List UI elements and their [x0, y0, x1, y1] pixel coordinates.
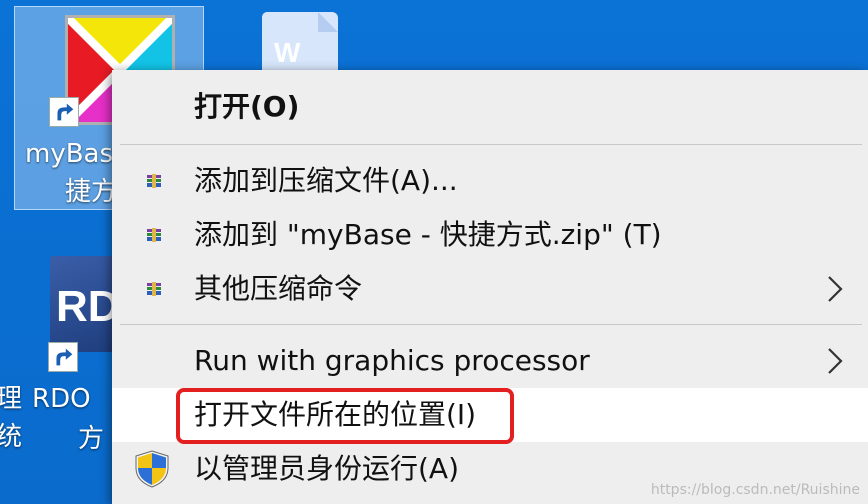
mybase-label-line2: 捷方 — [65, 177, 118, 207]
rdo-logo-text: RD — [56, 282, 120, 331]
menu-item-other-compress[interactable]: 其他压缩命令 — [112, 262, 868, 316]
shortcut-arrow-icon — [48, 342, 78, 372]
menu-item-label: 其他压缩命令 — [194, 272, 363, 305]
menu-separator — [120, 324, 862, 325]
mybase-label-line1: myBas — [25, 139, 114, 169]
partial-icon-label-1: 理 — [0, 384, 23, 414]
winrar-archive-icon — [146, 227, 162, 243]
winrar-archive-icon — [146, 173, 162, 189]
menu-item-label: 打开(O) — [194, 90, 300, 123]
watermark: https://blog.csdn.net/Ruishine — [650, 482, 860, 498]
menu-item-run-with-gpu[interactable]: Run with graphics processor — [112, 334, 868, 388]
menu-item-label: 以管理员身份运行(A) — [194, 452, 460, 485]
menu-item-add-to-zip[interactable]: 添加到 "myBase - 快捷方式.zip" (T) — [112, 208, 868, 262]
menu-separator — [120, 144, 862, 145]
menu-item-add-to-archive[interactable]: 添加到压缩文件(A)... — [112, 154, 868, 208]
svg-text:W: W — [274, 37, 301, 68]
menu-item-label: 添加到压缩文件(A)... — [194, 164, 458, 197]
rdo-label-line1: RDO — [32, 384, 91, 414]
winrar-archive-icon — [146, 281, 162, 297]
desktop-icon-document[interactable]: W — [250, 8, 342, 102]
chevron-right-icon — [824, 274, 846, 304]
menu-item-open[interactable]: 打开(O) — [112, 80, 868, 134]
annotation-highlight-box — [176, 388, 514, 444]
context-menu: 打开(O) 添加到压缩文件(A)... 添加到 "myBase - 快捷方式.z… — [112, 70, 868, 504]
uac-shield-icon — [134, 450, 170, 488]
shortcut-arrow-icon — [49, 97, 79, 127]
partial-icon-label-2: 统 — [0, 422, 23, 452]
rdo-label-line2: 方 — [78, 424, 105, 454]
menu-item-label: 添加到 "myBase - 快捷方式.zip" (T) — [194, 218, 662, 251]
menu-item-label: Run with graphics processor — [194, 344, 590, 377]
chevron-right-icon — [824, 346, 846, 376]
